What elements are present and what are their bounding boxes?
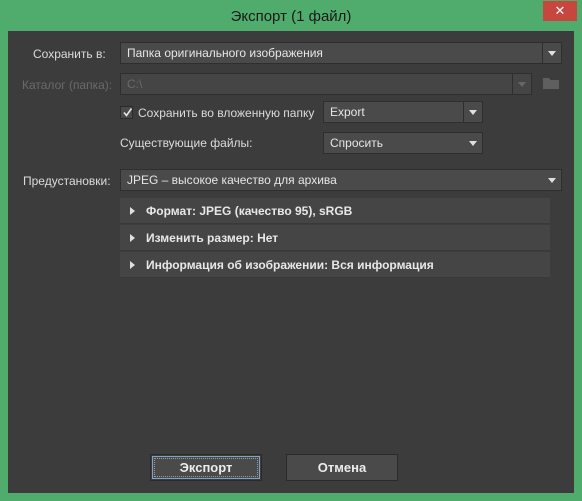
export-button[interactable]: Экспорт (150, 454, 262, 481)
cancel-button[interactable]: Отмена (286, 454, 398, 481)
chevron-down-icon (463, 102, 482, 122)
subfolder-dropdown[interactable]: Export (323, 101, 483, 123)
section-resize-label: Изменить размер: Нет (146, 231, 279, 245)
existing-files-dropdown[interactable]: Спросить (323, 132, 483, 154)
expand-triangle-icon (130, 207, 135, 215)
section-format-label: Формат: JPEG (качество 95), sRGB (146, 204, 353, 218)
section-image-info[interactable]: Информация об изображении: Вся информаци… (120, 252, 550, 278)
presets-label: Предустановки: (23, 174, 111, 188)
expand-triangle-icon (130, 234, 135, 242)
existing-files-value: Спросить (330, 136, 383, 150)
existing-files-label: Существующие файлы: (120, 136, 253, 150)
save-to-value: Папка оригинального изображения (127, 46, 323, 60)
section-image-info-label: Информация об изображении: Вся информаци… (146, 258, 434, 272)
close-icon: ✕ (554, 3, 566, 18)
folder-icon[interactable] (542, 76, 560, 90)
checkmark-icon (123, 108, 133, 117)
presets-dropdown[interactable]: JPEG – высокое качество для архива (120, 169, 562, 191)
chevron-down-icon (464, 133, 482, 153)
folder-label: Каталог (папка): (22, 78, 113, 92)
chevron-down-icon (512, 74, 531, 94)
chevron-down-icon (543, 170, 561, 190)
close-button[interactable]: ✕ (543, 1, 577, 21)
folder-dropdown[interactable]: C:\ (120, 73, 532, 95)
save-to-dropdown[interactable]: Папка оригинального изображения (120, 42, 562, 64)
export-dialog-window: Экспорт (1 файл) ✕ Сохранить в: Папка ор… (0, 0, 582, 501)
subfolder-checkbox-label[interactable]: Сохранить во вложенную папку (138, 106, 314, 120)
save-to-label: Сохранить в: (33, 47, 106, 61)
chevron-down-icon (542, 43, 561, 63)
subfolder-checkbox[interactable] (120, 106, 133, 119)
window-title: Экспорт (1 файл) (230, 8, 352, 25)
subfolder-value: Export (330, 105, 365, 119)
expand-triangle-icon (130, 261, 135, 269)
folder-value: C:\ (127, 77, 143, 91)
section-resize[interactable]: Изменить размер: Нет (120, 225, 550, 251)
dialog-content: Сохранить в: Папка оригинального изображ… (8, 31, 574, 493)
section-format[interactable]: Формат: JPEG (качество 95), sRGB (120, 198, 550, 224)
presets-value: JPEG – высокое качество для архива (127, 173, 337, 187)
